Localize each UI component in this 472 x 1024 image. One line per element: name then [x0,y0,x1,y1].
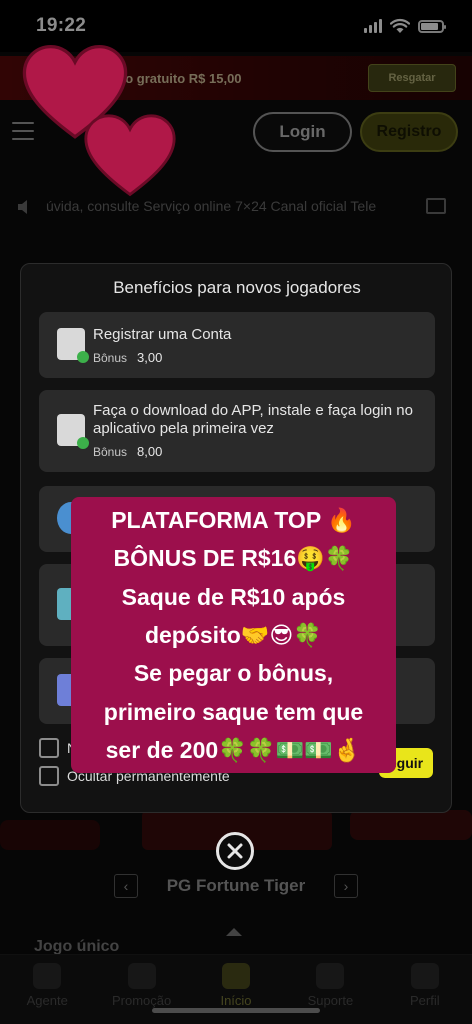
benefit-bonus: Bônus 8,00 [93,444,163,459]
phone-download-icon [57,414,89,449]
benefit-title: Faça o download do APP, instale e faça l… [93,402,413,437]
sticker-line: ser de 200🍀🍀💵💵🤞 [105,736,362,763]
promo-sticker: PLATAFORMA TOP 🔥 BÔNUS DE R$16🤑🍀 Saque d… [71,497,396,773]
benefit-card[interactable]: Registrar uma Conta Bônus 3,00 [39,312,435,378]
sticker-line: primeiro saque tem que [103,698,364,725]
checkbox[interactable] [39,738,59,758]
clipboard-icon [57,328,89,363]
benefit-card[interactable]: Faça o download do APP, instale e faça l… [39,390,435,472]
benefit-title: Registrar uma Conta [93,326,232,343]
close-modal-button[interactable] [216,832,254,870]
heart-icon [84,114,176,197]
sticker-line: BÔNUS DE R$16🤑🍀 [113,545,354,572]
app-screen: 19:22 ão gratuito R$ 15,00 Resgatar Logi… [0,0,472,1024]
modal-title: Benefícios para novos jogadores [113,278,361,297]
sticker-line: Saque de R$10 após [121,583,346,610]
hide-permanently-checkbox[interactable] [39,766,59,786]
sticker-line: PLATAFORMA TOP 🔥 [111,507,356,533]
close-icon [227,843,243,859]
sticker-line: depósito🤝😎🍀 [144,621,323,648]
sticker-line: Se pegar o bônus, [133,660,334,687]
benefit-bonus: Bônus 3,00 [93,350,163,365]
